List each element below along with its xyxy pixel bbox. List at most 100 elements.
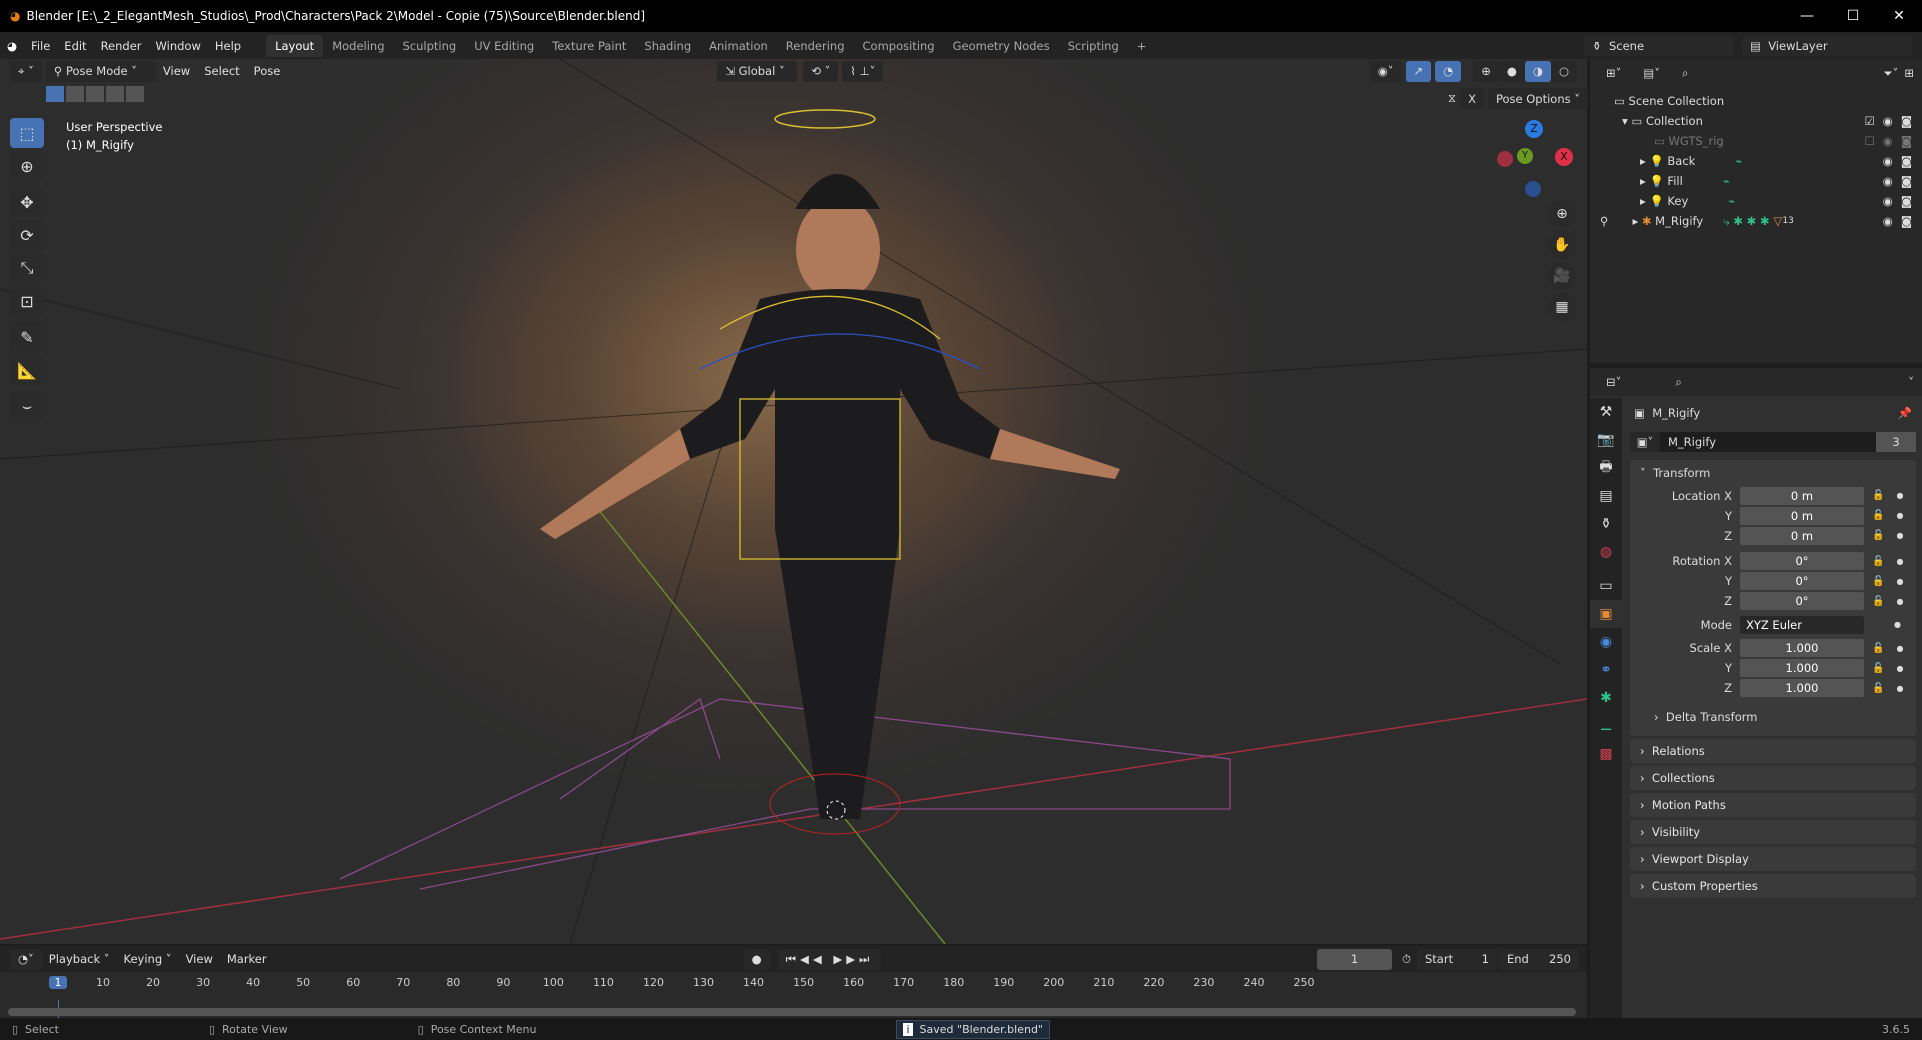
lock-icon[interactable]: 🔓	[1872, 556, 1884, 567]
snap-toggle[interactable]: ⌇ ⊥˅	[842, 60, 884, 82]
timeline-scrubber[interactable]: 1 10 20 30 40 50 60 70 80 90 100 110 120 130 140 150 160…	[0, 972, 1587, 1018]
keyframe-dot-icon[interactable]: ●	[1896, 577, 1903, 586]
bone-tab-icon[interactable]: ⚊	[1590, 712, 1622, 740]
render-tab-icon[interactable]: 📷	[1590, 426, 1622, 454]
keyframe-dot-icon[interactable]: ●	[1896, 557, 1903, 566]
scene-selector[interactable]: ⚱ Scene	[1584, 35, 1734, 56]
tab-compositing[interactable]: Compositing	[854, 35, 944, 57]
pan-hand-icon[interactable]: ✋	[1548, 231, 1576, 259]
vertex-groups-icon[interactable]: ▽	[1774, 214, 1783, 228]
camera-icon[interactable]: ◙	[1901, 114, 1912, 128]
minimize-button[interactable]: —	[1784, 8, 1830, 24]
camera-view-icon[interactable]: 🎥	[1548, 262, 1576, 290]
scene-tab-icon[interactable]: ⚱	[1590, 510, 1622, 538]
tab-scripting[interactable]: Scripting	[1059, 35, 1128, 57]
rotation-x-field[interactable]: 0°	[1740, 552, 1864, 571]
outliner-item[interactable]: ▸ 💡 Back ⌁ ◉ ◙	[1590, 151, 1922, 171]
eye-icon[interactable]: ◉	[1883, 154, 1893, 168]
timeline-menu-view[interactable]: View	[179, 952, 220, 966]
physics-tab-icon[interactable]: ◉	[1590, 628, 1622, 656]
menu-edit[interactable]: Edit	[57, 39, 93, 53]
lock-icon[interactable]: 🔓	[1872, 596, 1884, 607]
start-frame-field[interactable]: Start 1	[1417, 948, 1497, 970]
zoom-icon[interactable]: ⊕	[1548, 200, 1576, 228]
panel-visibility[interactable]: › Visibility	[1630, 820, 1916, 844]
timeline-editor-type[interactable]: ◔˅	[10, 948, 42, 970]
scale-x-field[interactable]: 1.000	[1740, 639, 1864, 658]
armature-data-icons[interactable]: ⤷ ✱ ✱ ✱	[1723, 214, 1769, 229]
transform-tool[interactable]: ⊡	[10, 286, 44, 316]
tab-shading[interactable]: Shading	[635, 35, 700, 57]
outliner-item[interactable]: ▸ 💡 Fill ⌁ ◉ ◙	[1590, 171, 1922, 191]
gizmo-x-axis[interactable]: X	[1555, 148, 1573, 166]
object-tab-icon[interactable]: ▣	[1590, 600, 1622, 628]
tool-tab-icon[interactable]: ⚒	[1590, 398, 1622, 426]
outliner-item[interactable]: ▸ 💡 Key ⌁ ◉ ◙	[1590, 191, 1922, 211]
delta-transform-subpanel[interactable]: › Delta Transform	[1630, 704, 1916, 730]
lock-icon[interactable]: 🔓	[1872, 683, 1884, 694]
annotate-tool[interactable]: ✎	[10, 322, 44, 352]
menu-render[interactable]: Render	[94, 39, 149, 53]
texture-tab-icon[interactable]: ▩	[1590, 740, 1622, 768]
outliner-search-input[interactable]: ⌕	[1674, 62, 1785, 84]
light-data-icon[interactable]: ⌁	[1728, 194, 1735, 208]
mode-dropdown[interactable]: ⚲ Pose Mode ˅	[45, 60, 156, 82]
editor-type-button[interactable]: ⌖ ˅	[10, 60, 42, 82]
rotate-tool[interactable]: ⟳	[10, 220, 44, 250]
eye-icon[interactable]: ◉	[1883, 194, 1893, 208]
lock-icon[interactable]: 🔓	[1872, 643, 1884, 654]
outliner-display-mode[interactable]: ⊞˅	[1598, 62, 1630, 84]
view-layer-tab-icon[interactable]: ▤	[1590, 482, 1622, 510]
gizmo-toggle[interactable]: ↗	[1405, 60, 1432, 82]
timeline-menu-playback[interactable]: Playback ˅	[42, 952, 117, 966]
tab-modeling[interactable]: Modeling	[323, 35, 393, 57]
expand-icon[interactable]: ▸	[1640, 194, 1649, 208]
keyframe-dot-icon[interactable]: ●	[1896, 684, 1903, 693]
filter-icon[interactable]: ⏷˅	[1883, 66, 1898, 81]
pin-icon[interactable]: 📌	[1898, 406, 1912, 420]
tab-uv-editing[interactable]: UV Editing	[465, 35, 543, 57]
camera-icon[interactable]: ◙	[1901, 214, 1912, 228]
add-workspace-button[interactable]: +	[1128, 35, 1156, 57]
bone-tool[interactable]: ⌣	[10, 391, 44, 421]
light-data-icon[interactable]: ⌁	[1723, 174, 1730, 188]
tab-animation[interactable]: Animation	[700, 35, 777, 57]
panel-relations[interactable]: › Relations	[1630, 739, 1916, 763]
outliner-item[interactable]: ▭ WGTS_rig ☐ ◉ ◙	[1590, 131, 1922, 151]
viewport-menu-pose[interactable]: Pose	[247, 64, 288, 78]
rotation-mode-dropdown[interactable]: XYZ Euler	[1740, 615, 1864, 634]
scale-y-field[interactable]: 1.000	[1740, 659, 1864, 678]
timeline-menu-marker[interactable]: Marker	[220, 952, 274, 966]
shading-material-button[interactable]: ◑	[1524, 60, 1551, 82]
viewport-menu-view[interactable]: View	[156, 64, 197, 78]
transform-panel-header[interactable]: ˅ Transform	[1630, 460, 1916, 486]
expand-icon[interactable]: ▸	[1640, 174, 1649, 188]
gizmo-neg-x[interactable]	[1497, 151, 1513, 167]
shading-wireframe-button[interactable]: ⊕	[1473, 60, 1499, 82]
lock-icon[interactable]: 🔓	[1872, 490, 1884, 501]
keyframe-dot-icon[interactable]: ●	[1896, 644, 1903, 653]
keyframe-dot-icon[interactable]: ●	[1896, 597, 1903, 606]
checkbox-icon[interactable]: ☑	[1864, 114, 1874, 128]
camera-icon[interactable]: ◙	[1901, 154, 1912, 168]
lock-icon[interactable]: 🔓	[1872, 510, 1884, 521]
current-frame-marker[interactable]: 1	[49, 976, 67, 989]
checkbox-icon[interactable]: ☐	[1864, 134, 1874, 148]
panel-custom-properties[interactable]: › Custom Properties	[1630, 874, 1916, 898]
camera-icon[interactable]: ◙	[1901, 174, 1912, 188]
keyframe-dot-icon[interactable]: ●	[1894, 620, 1901, 629]
playback-controls[interactable]: ⏮◀◀ ▶▶⏭	[777, 948, 882, 970]
pose-mode-icon[interactable]: ⚲	[1600, 214, 1608, 228]
user-count[interactable]: 3	[1876, 432, 1916, 452]
3d-viewport[interactable]	[0, 59, 1587, 944]
panel-viewport-display[interactable]: › Viewport Display	[1630, 847, 1916, 871]
expand-icon[interactable]: ▾	[1622, 114, 1631, 128]
gizmo-z-axis[interactable]: Z	[1525, 120, 1543, 138]
tab-layout[interactable]: Layout	[266, 34, 324, 57]
expand-icon[interactable]: ▸	[1632, 214, 1641, 228]
camera-icon[interactable]: ◙	[1901, 194, 1912, 208]
object-browse-button[interactable]: ▣˅	[1630, 432, 1660, 452]
navigation-gizmo[interactable]: Z Y X	[1495, 118, 1575, 198]
camera-icon[interactable]: ◙	[1901, 134, 1912, 148]
outliner-filter-layer[interactable]: ▤˅	[1635, 62, 1669, 84]
